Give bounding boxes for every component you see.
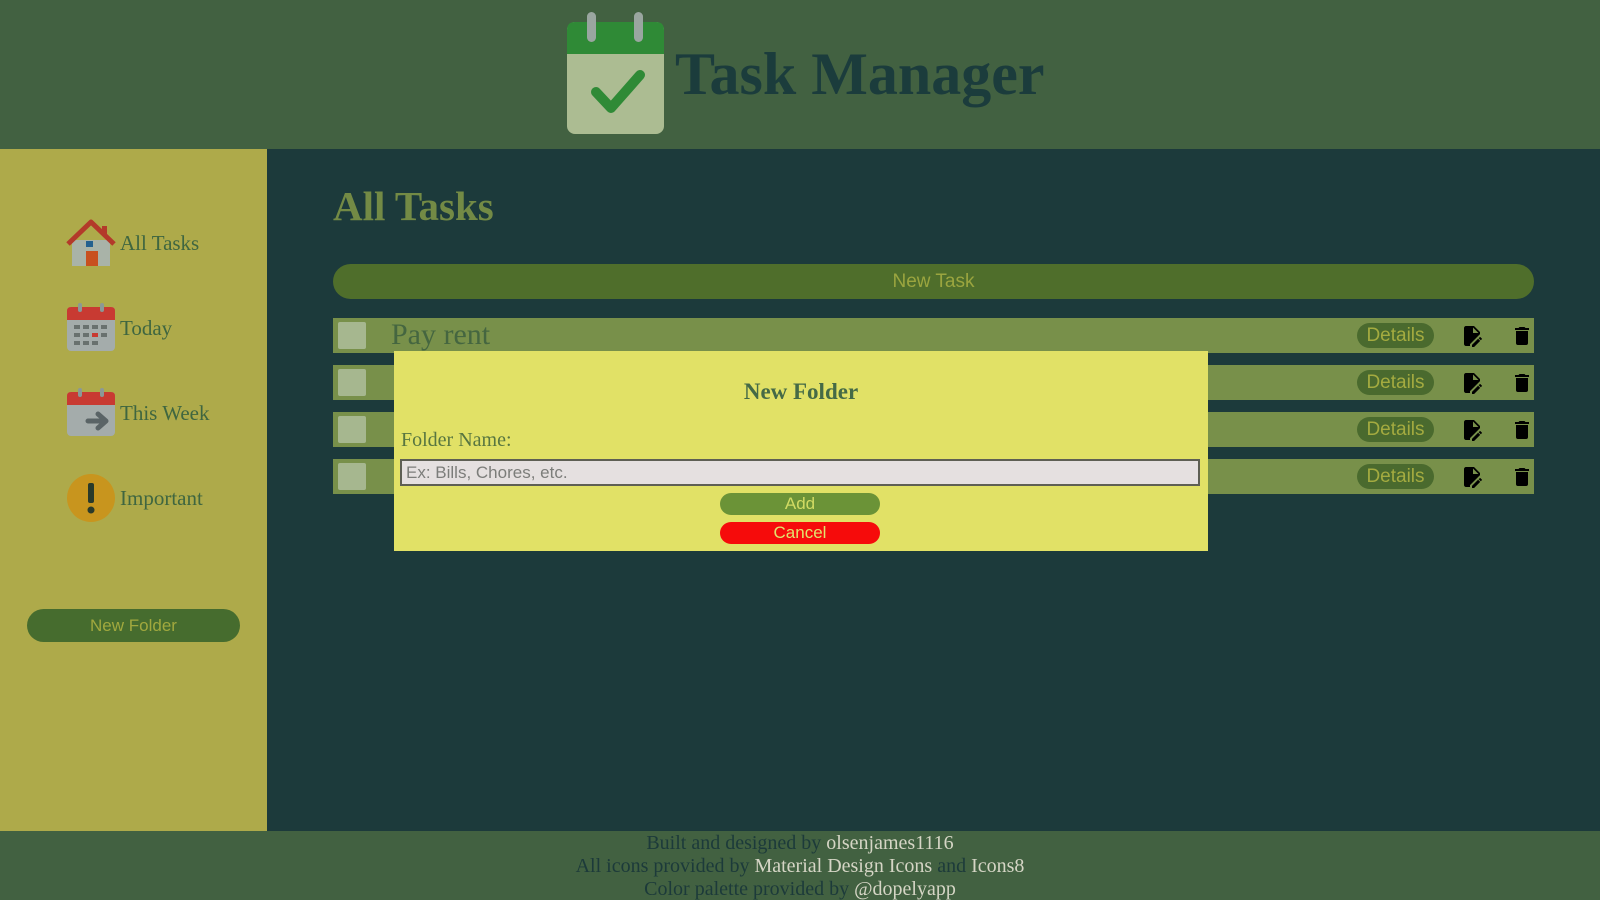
footer-text: Built and designed by xyxy=(646,832,827,854)
trash-icon[interactable] xyxy=(1510,324,1534,348)
sidebar-item-label: Important xyxy=(120,485,203,510)
details-button[interactable]: Details xyxy=(1357,417,1434,442)
edit-icon[interactable] xyxy=(1460,465,1484,489)
footer-icons-line: All icons provided by Material Design Ic… xyxy=(0,855,1600,878)
task-name: Pay rent xyxy=(391,318,491,351)
footer-credits-line: Built and designed by olsenjames1116 xyxy=(0,832,1600,855)
sidebar-item-all-tasks[interactable]: All Tasks xyxy=(66,218,199,268)
palette-link[interactable]: @dopelyapp xyxy=(854,878,956,900)
footer-palette-line: Color palette provided by @dopelyapp xyxy=(0,878,1600,900)
sidebar-item-important[interactable]: Important xyxy=(66,473,203,523)
folder-name-input[interactable] xyxy=(400,459,1200,486)
sidebar-item-this-week[interactable]: This Week xyxy=(66,388,210,438)
task-checkbox[interactable] xyxy=(338,463,366,490)
footer: Built and designed by olsenjames1116 All… xyxy=(0,831,1600,900)
trash-icon[interactable] xyxy=(1510,418,1534,442)
edit-icon[interactable] xyxy=(1460,418,1484,442)
sidebar: All Tasks Today This Week Important New … xyxy=(0,149,267,831)
footer-text: Color palette provided by xyxy=(644,878,855,900)
sidebar-item-label: All Tasks xyxy=(120,230,200,255)
sidebar-item-today[interactable]: Today xyxy=(66,303,172,353)
cancel-button[interactable]: Cancel xyxy=(720,522,880,544)
details-button[interactable]: Details xyxy=(1357,464,1434,489)
new-folder-dialog: New Folder Folder Name: Add Cancel xyxy=(394,351,1208,551)
new-folder-button[interactable]: New Folder xyxy=(27,609,240,642)
edit-icon[interactable] xyxy=(1460,371,1484,395)
trash-icon[interactable] xyxy=(1510,465,1534,489)
material-design-icons-link[interactable]: Material Design Icons xyxy=(754,855,932,877)
task-row: Pay rent Details xyxy=(333,318,1534,353)
icons8-link[interactable]: Icons8 xyxy=(971,855,1024,877)
task-checkbox[interactable] xyxy=(338,369,366,396)
dialog-title: New Folder xyxy=(743,379,859,404)
calendar-week-icon xyxy=(67,388,115,436)
footer-text: All icons provided by xyxy=(575,855,755,877)
sidebar-item-label: Today xyxy=(120,315,173,340)
details-button[interactable]: Details xyxy=(1357,323,1434,348)
sidebar-item-label: This Week xyxy=(120,400,210,425)
details-button[interactable]: Details xyxy=(1357,370,1434,395)
task-checkbox[interactable] xyxy=(338,322,366,349)
calendar-today-icon xyxy=(67,303,115,351)
footer-text: and xyxy=(932,855,972,877)
edit-icon[interactable] xyxy=(1460,324,1484,348)
page-title: All Tasks xyxy=(333,183,494,229)
exclamation-icon xyxy=(67,474,115,522)
trash-icon[interactable] xyxy=(1510,371,1534,395)
app-title: Task Manager xyxy=(675,41,1045,107)
folder-name-label: Folder Name: xyxy=(401,429,512,451)
task-checkbox[interactable] xyxy=(338,416,366,443)
app-header: Task Manager xyxy=(0,0,1600,149)
calendar-check-icon xyxy=(567,12,664,134)
author-link[interactable]: olsenjames1116 xyxy=(826,832,953,854)
home-icon xyxy=(66,219,116,266)
new-task-button[interactable]: New Task xyxy=(333,264,1534,299)
add-button[interactable]: Add xyxy=(720,493,880,515)
